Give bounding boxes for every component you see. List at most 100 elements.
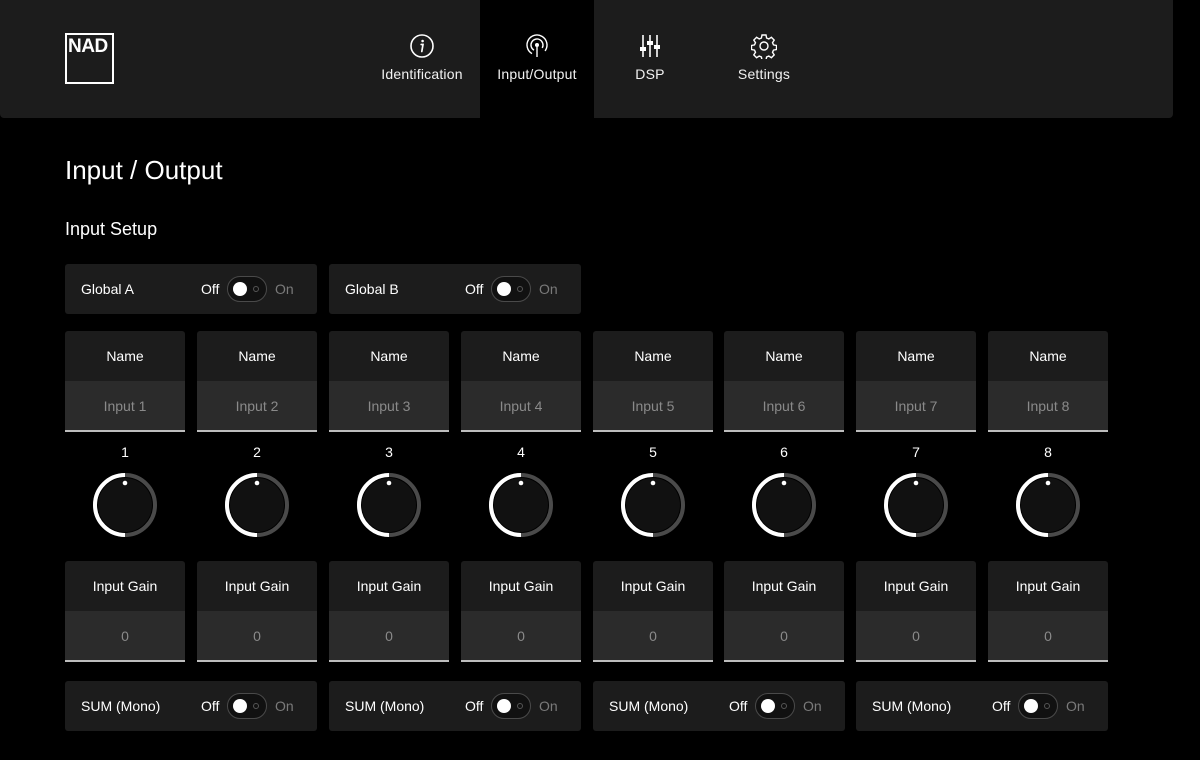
name-input-8[interactable]: Input 8	[988, 381, 1108, 432]
gain-knob-5[interactable]	[619, 471, 687, 539]
toggle-indicator	[253, 703, 259, 709]
sum-mono-toggle-3[interactable]	[755, 693, 795, 719]
gain-header: Input Gain	[197, 561, 317, 611]
gain-header: Input Gain	[593, 561, 713, 611]
name-input-2[interactable]: Input 2	[197, 381, 317, 432]
sum-mono-panel-4: SUM (Mono) Off On	[856, 681, 1108, 731]
name-field-2: Name Input 2	[197, 331, 317, 432]
gain-field-5: Input Gain 0	[593, 561, 713, 662]
toggle-knob	[761, 699, 775, 713]
global-a-toggle[interactable]	[227, 276, 267, 302]
name-input-3[interactable]: Input 3	[329, 381, 449, 432]
sum-mono-toggle-2[interactable]	[491, 693, 531, 719]
channel-number: 1	[121, 444, 129, 460]
tab-input-output[interactable]: Input/Output	[480, 0, 594, 118]
gain-field-4: Input Gain 0	[461, 561, 581, 662]
sliders-icon	[640, 35, 660, 57]
global-b-label: Global B	[345, 281, 399, 297]
gain-knob-2[interactable]	[223, 471, 291, 539]
name-field-7: Name Input 7	[856, 331, 976, 432]
page-title: Input / Output	[65, 155, 223, 185]
on-label: On	[275, 281, 294, 297]
gain-knob-1[interactable]	[91, 471, 159, 539]
nad-logo: NAD	[65, 33, 114, 84]
sum-mono-label: SUM (Mono)	[872, 698, 952, 714]
gain-field-2: Input Gain 0	[197, 561, 317, 662]
gain-input-1[interactable]: 0	[65, 611, 185, 662]
global-b-toggle[interactable]	[491, 276, 531, 302]
toggle-indicator	[1044, 703, 1050, 709]
gain-input-6[interactable]: 0	[724, 611, 844, 662]
sum-mono-label: SUM (Mono)	[609, 698, 689, 714]
tab-identification[interactable]: Identification	[372, 0, 472, 118]
tab-dsp[interactable]: DSP	[600, 0, 700, 118]
channel-number: 5	[649, 444, 657, 460]
name-input-4[interactable]: Input 4	[461, 381, 581, 432]
name-input-6[interactable]: Input 6	[724, 381, 844, 432]
name-header: Name	[197, 331, 317, 381]
global-b-panel: Global B Off On	[329, 264, 581, 314]
name-input-7[interactable]: Input 7	[856, 381, 976, 432]
channel-number: 6	[780, 444, 788, 460]
gain-field-3: Input Gain 0	[329, 561, 449, 662]
global-a-panel: Global A Off On	[65, 264, 317, 314]
gain-knob-6[interactable]	[750, 471, 818, 539]
sum-mono-label: SUM (Mono)	[345, 698, 425, 714]
toggle-indicator	[517, 703, 523, 709]
off-label: Off	[201, 698, 220, 714]
gain-header: Input Gain	[856, 561, 976, 611]
gain-header: Input Gain	[329, 561, 449, 611]
gain-knob-4[interactable]	[487, 471, 555, 539]
name-header: Name	[988, 331, 1108, 381]
toggle-knob	[233, 699, 247, 713]
toggle-knob	[233, 282, 247, 296]
gain-input-7[interactable]: 0	[856, 611, 976, 662]
sum-mono-panel-3: SUM (Mono) Off On	[593, 681, 845, 731]
gain-input-2[interactable]: 0	[197, 611, 317, 662]
gain-input-8[interactable]: 0	[988, 611, 1108, 662]
gain-input-4[interactable]: 0	[461, 611, 581, 662]
tab-label: Identification	[381, 66, 463, 82]
tab-settings[interactable]: Settings	[714, 0, 814, 118]
info-icon	[410, 34, 434, 58]
channel-number: 4	[517, 444, 525, 460]
name-header: Name	[856, 331, 976, 381]
gain-header: Input Gain	[988, 561, 1108, 611]
toggle-knob	[497, 282, 511, 296]
name-header: Name	[724, 331, 844, 381]
toggle-indicator	[781, 703, 787, 709]
signal-icon	[526, 34, 548, 57]
name-input-5[interactable]: Input 5	[593, 381, 713, 432]
name-header: Name	[593, 331, 713, 381]
gain-input-3[interactable]: 0	[329, 611, 449, 662]
sum-mono-toggle-4[interactable]	[1018, 693, 1058, 719]
toggle-indicator	[253, 286, 259, 292]
name-input-1[interactable]: Input 1	[65, 381, 185, 432]
channel-number: 2	[253, 444, 261, 460]
channel-number: 8	[1044, 444, 1052, 460]
gain-header: Input Gain	[65, 561, 185, 611]
gain-knob-3[interactable]	[355, 471, 423, 539]
logo-text: NAD	[68, 36, 108, 57]
sum-mono-toggle-1[interactable]	[227, 693, 267, 719]
gain-knob-7[interactable]	[882, 471, 950, 539]
off-label: Off	[729, 698, 748, 714]
off-label: Off	[465, 698, 484, 714]
name-header: Name	[65, 331, 185, 381]
channel-number: 3	[385, 444, 393, 460]
tab-label: DSP	[635, 66, 665, 82]
off-label: Off	[201, 281, 220, 297]
name-field-8: Name Input 8	[988, 331, 1108, 432]
tab-label: Input/Output	[497, 66, 577, 82]
name-field-5: Name Input 5	[593, 331, 713, 432]
section-title: Input Setup	[65, 219, 158, 239]
sum-mono-panel-1: SUM (Mono) Off On	[65, 681, 317, 731]
name-field-4: Name Input 4	[461, 331, 581, 432]
on-label: On	[1066, 698, 1085, 714]
toggle-indicator	[517, 286, 523, 292]
gain-knob-8[interactable]	[1014, 471, 1082, 539]
gain-field-1: Input Gain 0	[65, 561, 185, 662]
gain-input-5[interactable]: 0	[593, 611, 713, 662]
toggle-knob	[1024, 699, 1038, 713]
on-label: On	[275, 698, 294, 714]
